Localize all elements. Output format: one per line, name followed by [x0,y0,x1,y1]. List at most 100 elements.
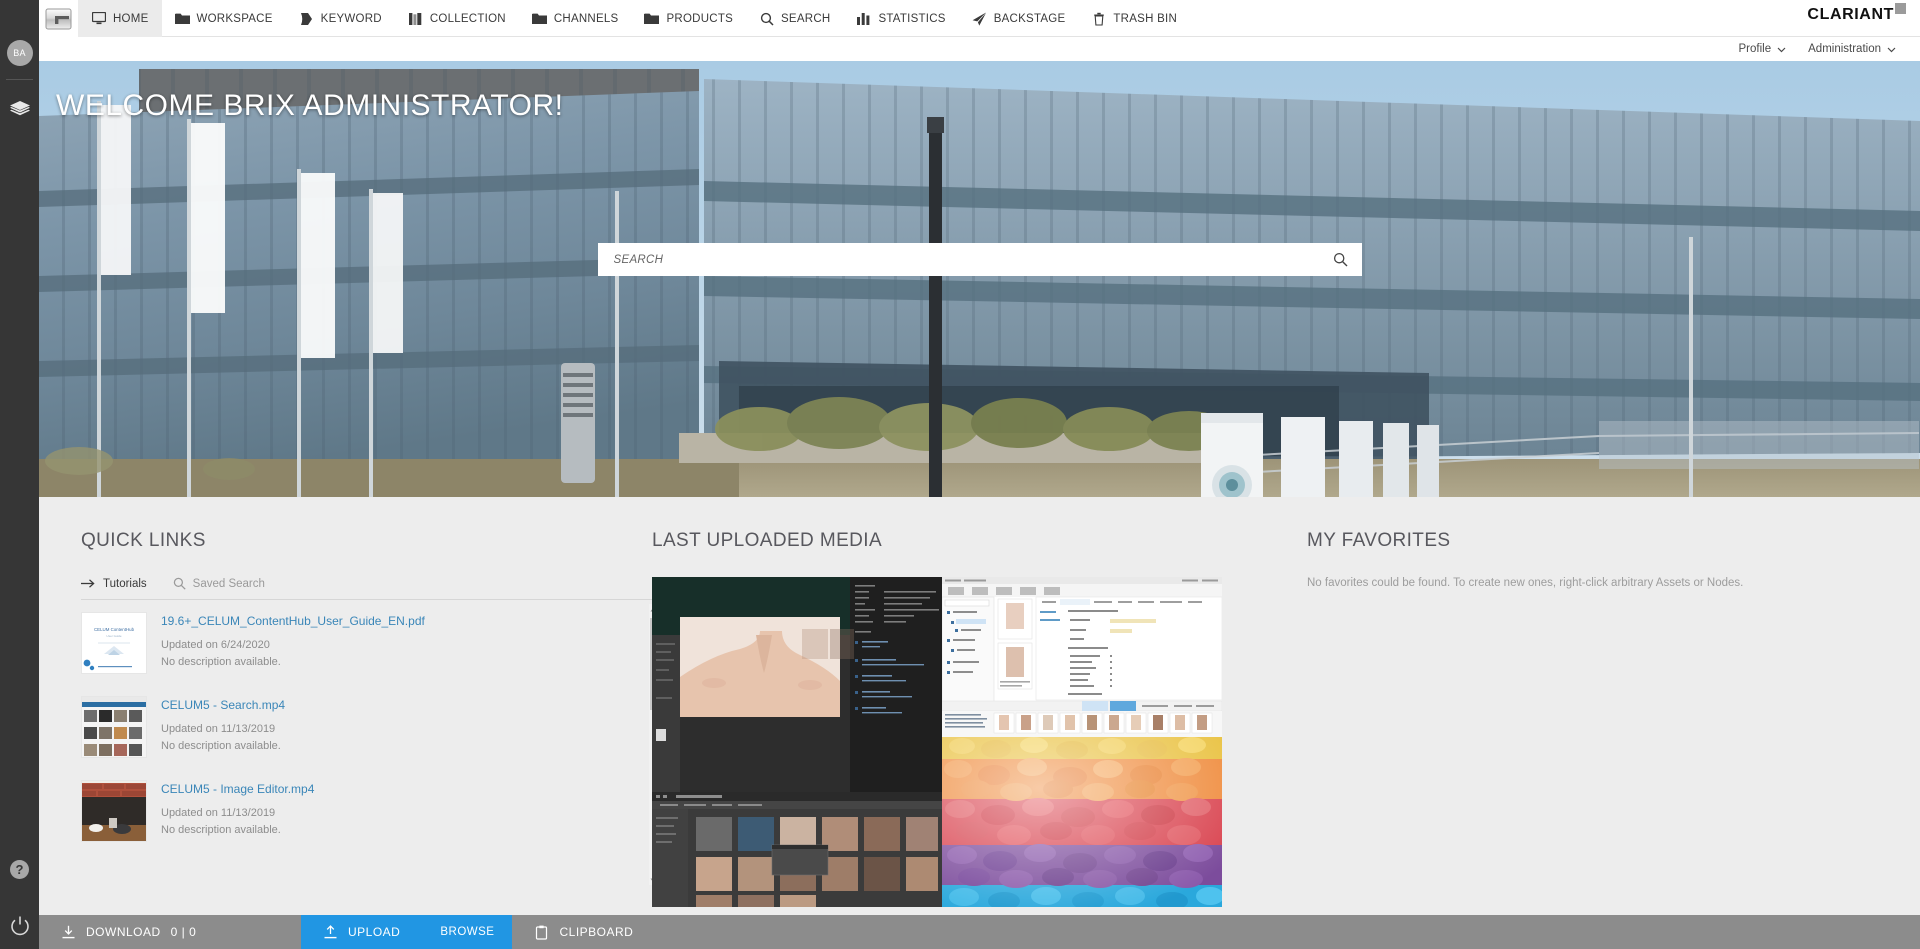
upload-button[interactable]: UPLOAD [301,915,422,949]
tab-label: Saved Search [192,577,265,590]
nav-label: KEYWORD [320,12,382,25]
nav-label: BACKSTAGE [993,12,1066,25]
nav-item-search[interactable]: SEARCH [746,0,843,37]
my-favorites-title: MY FAVORITES [1307,530,1451,551]
nav-item-keyword[interactable]: KEYWORD [286,0,395,37]
asset-link[interactable]: CELUM5 - Image Editor.mp4 [161,782,314,796]
nav-label: SEARCH [781,12,831,25]
list-item[interactable]: CELUM ContentHub User Guide 19.6+_CELUM_… [81,602,658,686]
media-tile-pim-screenshot[interactable] [942,577,1222,737]
administration-menu-label: Administration [1808,43,1881,55]
thumbnail [81,696,147,758]
nav-item-backstage[interactable]: BACKSTAGE [959,0,1079,37]
asset-thumbnail [942,737,1222,907]
nav-label: COLLECTION [429,12,506,25]
nav-label: STATISTICS [878,12,946,25]
search-submit-button[interactable] [1320,243,1362,276]
search-icon [759,11,774,26]
asset-link[interactable]: CELUM5 - Search.mp4 [161,698,285,712]
clariant-logo-text: CLARIANT [1807,6,1894,23]
list-item[interactable]: CELUM5 - Search.mp4 Updated on 11/13/201… [81,686,658,770]
browse-label: BROWSE [440,926,495,938]
browse-button[interactable]: BROWSE [422,915,512,949]
trash-icon [1091,11,1106,26]
nav-item-workspace[interactable]: WORKSPACE [162,0,286,37]
media-tile-colored-stones[interactable] [942,737,1222,907]
thumbnail: CELUM ContentHub User Guide [81,612,147,674]
tag-icon [299,11,314,26]
svg-text:User Guide: User Guide [106,634,122,638]
search-input[interactable] [597,243,1320,276]
nav-item-trash-bin[interactable]: TRASH BIN [1078,0,1190,37]
nav-label: WORKSPACE [196,12,273,25]
hero-banner: WELCOME BRIX ADMINISTRATOR! [39,61,1920,497]
folder-icon [531,11,547,26]
nav-label: TRASH BIN [1113,12,1177,25]
last-uploaded-media-title: LAST UPLOADED MEDIA [652,530,883,551]
monitor-icon [91,11,106,26]
clipboard-icon [534,925,549,940]
updated-date: Updated on 6/24/2020 [161,639,270,651]
quick-links-title: QUICK LINKS [81,530,206,551]
question-mark-icon[interactable]: ? [10,860,29,879]
quick-links-panel: QUICK LINKS Tutorials Saved Search CELUM… [39,497,658,915]
tab-saved-search[interactable]: Saved Search [173,577,265,590]
list-item[interactable]: CELUM5 - Image Editor.mp4 Updated on 11/… [81,770,658,854]
rail-bottom-actions: ? [9,860,31,949]
paper-plane-icon [972,11,987,26]
upload-icon [323,924,338,940]
asset-link[interactable]: 19.6+_CELUM_ContentHub_User_Guide_EN.pdf [161,614,425,628]
nav-item-collection[interactable]: COLLECTION [395,0,519,37]
app-logo-icon[interactable] [39,0,78,37]
search-icon [173,577,186,590]
books-icon [408,11,423,26]
tab-tutorials[interactable]: Tutorials [81,578,147,590]
thumbnail [81,780,147,842]
my-favorites-panel: MY FAVORITES No favorites could be found… [1262,497,1917,915]
profile-menu-label: Profile [1738,43,1772,55]
layers-icon[interactable] [5,96,35,122]
nav-item-products[interactable]: PRODUCTS [631,0,746,37]
nav-label: HOME [113,12,149,25]
folder-icon [644,11,660,26]
download-button[interactable]: DOWNLOAD 0 | 0 [39,915,301,949]
description: No description available. [161,824,281,836]
avatar[interactable]: BA [6,40,33,66]
hero-background-image [39,61,1920,497]
folder-icon [174,11,190,26]
nav-item-statistics[interactable]: STATISTICS [843,0,958,37]
page-title: WELCOME BRIX ADMINISTRATOR! [56,89,564,122]
tab-label: Tutorials [103,577,147,590]
svg-text:CELUM ContentHub: CELUM ContentHub [94,627,135,632]
bar-chart-icon [856,11,871,26]
power-icon[interactable] [9,915,31,937]
media-tile-neck-photo[interactable] [652,577,942,907]
clariant-logo-square-icon [1895,3,1906,14]
chevron-down-icon [1777,45,1786,54]
administration-menu[interactable]: Administration [1808,43,1896,55]
nav-item-channels[interactable]: CHANNELS [519,0,632,37]
upload-segment: UPLOAD BROWSE [301,915,513,949]
arrow-right-icon [81,578,96,589]
nav-item-home[interactable]: HOME [78,0,162,37]
left-rail: BA ? [0,0,39,949]
hero-search-box [597,243,1362,276]
clipboard-button[interactable]: CLIPBOARD [512,915,1920,949]
last-uploaded-media-panel: LAST UPLOADED MEDIA [652,497,1262,915]
nav-label: PRODUCTS [666,12,734,25]
top-navigation-bar: HOME WORKSPACE KEYWORD COLLECTION CHANNE… [39,0,1920,37]
list-item-text: CELUM5 - Search.mp4 Updated on 11/13/201… [161,696,285,758]
clariant-logo: CLARIANT [1807,0,1920,36]
download-count: 0 | 0 [170,925,197,939]
search-icon [1333,252,1348,267]
favorites-empty-message: No favorites could be found. To create n… [1307,577,1744,589]
description: No description available. [161,656,281,668]
dashboard-panels: QUICK LINKS Tutorials Saved Search CELUM… [39,497,1920,915]
profile-menu[interactable]: Profile [1739,43,1787,55]
asset-thumbnail [652,577,942,907]
updated-date: Updated on 11/13/2019 [161,807,276,819]
quick-links-list: CELUM ContentHub User Guide 19.6+_CELUM_… [81,602,658,885]
quick-links-tabs: Tutorials Saved Search [81,577,658,600]
download-label: DOWNLOAD [86,925,161,939]
media-grid [652,577,1222,907]
